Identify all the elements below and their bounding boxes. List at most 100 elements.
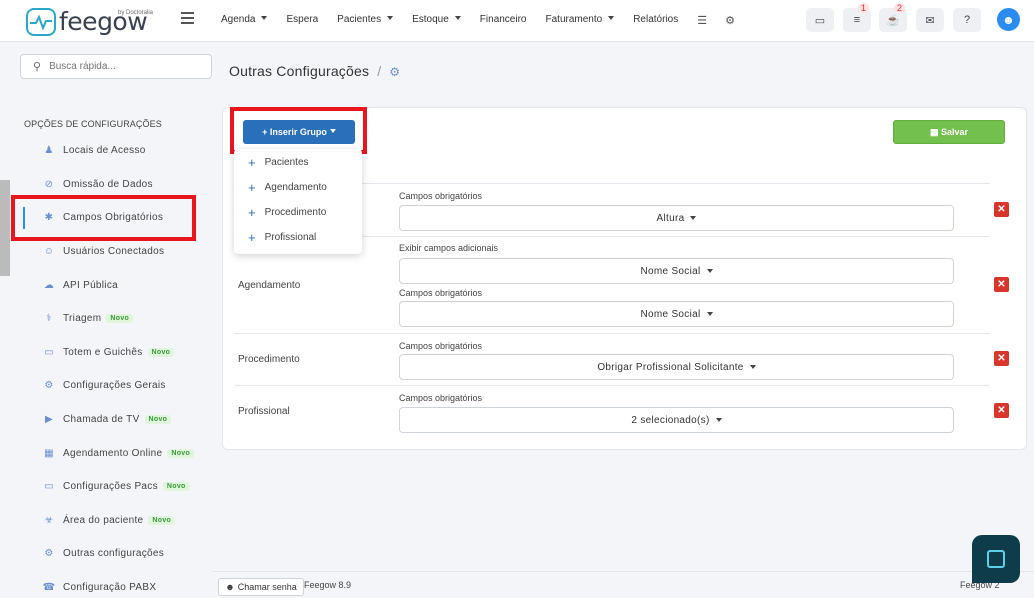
version-text: Feegow 8.9 bbox=[304, 580, 352, 590]
gears-icon: ⚙ bbox=[389, 65, 401, 79]
sidebar-item-omissao[interactable]: ⊘ Omissão de Dados bbox=[42, 179, 153, 190]
dropdown-item-pacientes[interactable]: + Pacientes bbox=[248, 156, 309, 169]
sidebar-item-area-paciente[interactable]: ☣ Área do paciente Novo bbox=[42, 515, 176, 526]
save-icon: ▦ bbox=[929, 126, 941, 137]
gear-icon[interactable]: ⚙ bbox=[725, 14, 735, 27]
close-icon: ✕ bbox=[997, 204, 1006, 215]
sidebar-section-title: OPÇÕES DE CONFIGURAÇÕES bbox=[24, 119, 162, 129]
sidebar-item-usuarios[interactable]: ☺ Usuários Conectados bbox=[42, 246, 164, 257]
delete-button[interactable]: ✕ bbox=[994, 403, 1009, 418]
delete-button[interactable]: ✕ bbox=[994, 351, 1009, 366]
nav-relatorios[interactable]: Relatórios bbox=[633, 14, 678, 27]
close-icon: ✕ bbox=[997, 405, 1006, 416]
chevron-down-icon bbox=[608, 16, 615, 20]
dropdown-item-profissional[interactable]: + Profissional bbox=[248, 231, 316, 244]
checklist-icon: ≡ bbox=[853, 14, 861, 26]
sidebar-item-outras-config[interactable]: ⚙ Outras configurações bbox=[42, 548, 164, 559]
stethoscope-icon: ⚕ bbox=[46, 313, 52, 324]
gears-icon: ⚙ bbox=[44, 548, 54, 559]
scrollbar[interactable] bbox=[0, 180, 10, 276]
novo-badge: Novo bbox=[167, 449, 195, 458]
chevron-down-icon bbox=[387, 16, 394, 20]
bell-icon: ☕ bbox=[886, 14, 900, 27]
nav-financeiro[interactable]: Financeiro bbox=[480, 14, 527, 27]
main-nav: Agenda Espera Pacientes Estoque Financei… bbox=[221, 14, 753, 27]
novo-badge: Novo bbox=[162, 482, 190, 491]
laptop-icon: ▭ bbox=[44, 481, 54, 492]
select-profissional-obrigatorios[interactable]: 2 selecionado(s) bbox=[399, 407, 954, 433]
close-icon: ✕ bbox=[997, 353, 1006, 364]
floating-widget-button[interactable] bbox=[972, 535, 1020, 583]
sidebar-item-agendamento-online[interactable]: ▦ Agendamento Online Novo bbox=[42, 448, 195, 459]
sidebar-item-totem[interactable]: ▭ Totem e Guichês Novo bbox=[42, 347, 175, 358]
user-icon: ☻ bbox=[1002, 12, 1015, 27]
phone-icon: ☎ bbox=[42, 582, 56, 593]
user-icon: ☺ bbox=[43, 246, 55, 257]
divider bbox=[234, 385, 990, 386]
highlight-box bbox=[230, 107, 367, 154]
users-icon: ☻ bbox=[225, 582, 235, 592]
menu-icon[interactable] bbox=[181, 12, 194, 24]
inbox-icon: ▭ bbox=[814, 14, 826, 27]
top-bar: feegow by Doctoralia Agenda Espera Pacie… bbox=[0, 0, 1034, 42]
page-title: Outras Configurações / ⚙ bbox=[229, 63, 401, 79]
notifications-button[interactable]: ☕ 2 bbox=[879, 3, 907, 32]
delete-button[interactable]: ✕ bbox=[994, 202, 1009, 217]
chevron-down-icon bbox=[454, 16, 461, 20]
novo-badge: Novo bbox=[147, 348, 175, 357]
nav-espera[interactable]: Espera bbox=[286, 14, 318, 27]
highlight-box bbox=[11, 195, 196, 241]
dropdown-item-agendamento[interactable]: + Agendamento bbox=[248, 181, 327, 194]
help-button[interactable]: ? bbox=[953, 8, 981, 32]
user-pin-icon: ♟ bbox=[44, 145, 54, 156]
row-label-profissional: Profissional bbox=[238, 406, 290, 417]
field-label: Campos obrigatórios bbox=[399, 393, 483, 403]
tasks-badge: 1 bbox=[857, 3, 869, 13]
avatar[interactable]: ☻ bbox=[997, 8, 1020, 31]
search-input[interactable] bbox=[49, 61, 190, 72]
widget-icon bbox=[987, 550, 1005, 568]
select-pacientes-obrigatorios[interactable]: Altura bbox=[399, 205, 954, 231]
sidebar-item-config-pacs[interactable]: ▭ Configurações Pacs Novo bbox=[42, 481, 190, 492]
sidebar-item-locais[interactable]: ♟ Locais de Acesso bbox=[42, 145, 146, 156]
chevron-down-icon bbox=[690, 216, 697, 220]
chevron-down-icon bbox=[749, 365, 756, 369]
laptop-icon: ▭ bbox=[44, 347, 54, 358]
novo-badge: Novo bbox=[148, 516, 176, 525]
sidebar-item-api[interactable]: ☁ API Pública bbox=[42, 280, 118, 291]
chamar-senha-button[interactable]: ☻ Chamar senha bbox=[218, 578, 304, 596]
dropdown-item-procedimento[interactable]: + Procedimento bbox=[248, 204, 326, 220]
nav-estoque[interactable]: Estoque bbox=[412, 14, 461, 27]
save-button[interactable]: ▦ Salvar bbox=[893, 120, 1005, 144]
sidebar-item-chamada-tv[interactable]: ▶ Chamada de TV Novo bbox=[42, 414, 172, 425]
nav-pacientes[interactable]: Pacientes bbox=[337, 14, 394, 27]
question-icon: ? bbox=[963, 14, 971, 26]
chat-button[interactable]: ✉ bbox=[916, 8, 944, 32]
inbox-button[interactable]: ▭ bbox=[806, 8, 834, 32]
chat-icon: ✉ bbox=[925, 14, 935, 27]
sidebar-item-triagem[interactable]: ⚕ Triagem Novo bbox=[42, 313, 134, 324]
tasks-button[interactable]: ≡ 1 bbox=[843, 3, 871, 32]
select-agendamento-obrigatorios[interactable]: Nome Social bbox=[399, 301, 954, 327]
chevron-down-icon bbox=[261, 16, 268, 20]
calendar-icon: ▦ bbox=[44, 448, 54, 459]
sidebar-item-config-gerais[interactable]: ⚙ Configurações Gerais bbox=[42, 380, 166, 391]
sidebar-item-pabx[interactable]: ☎ Configuração PABX bbox=[42, 582, 156, 593]
eye-slash-icon: ⊘ bbox=[44, 179, 54, 190]
search-icon: ⚲ bbox=[33, 61, 42, 73]
select-procedimento-obrigatorios[interactable]: Obrigar Profissional Solicitante bbox=[399, 354, 954, 380]
select-agendamento-adicionais[interactable]: Nome Social bbox=[399, 258, 954, 284]
nav-faturamento[interactable]: Faturamento bbox=[546, 14, 615, 27]
nav-agenda[interactable]: Agenda bbox=[221, 14, 268, 27]
plus-icon: + bbox=[248, 204, 256, 220]
notifications-badge: 2 bbox=[893, 3, 905, 13]
close-icon: ✕ bbox=[997, 279, 1006, 290]
delete-button[interactable]: ✕ bbox=[994, 277, 1009, 292]
search-box[interactable]: ⚲ bbox=[20, 54, 212, 79]
database-icon[interactable]: ☰ bbox=[697, 14, 707, 27]
row-label-procedimento: Procedimento bbox=[238, 354, 300, 365]
logo-by: by Doctoralia bbox=[118, 10, 154, 16]
field-label: Exibir campos adicionais bbox=[399, 243, 499, 253]
flask-icon: ☣ bbox=[44, 515, 54, 526]
logo[interactable]: feegow by Doctoralia bbox=[26, 7, 153, 36]
